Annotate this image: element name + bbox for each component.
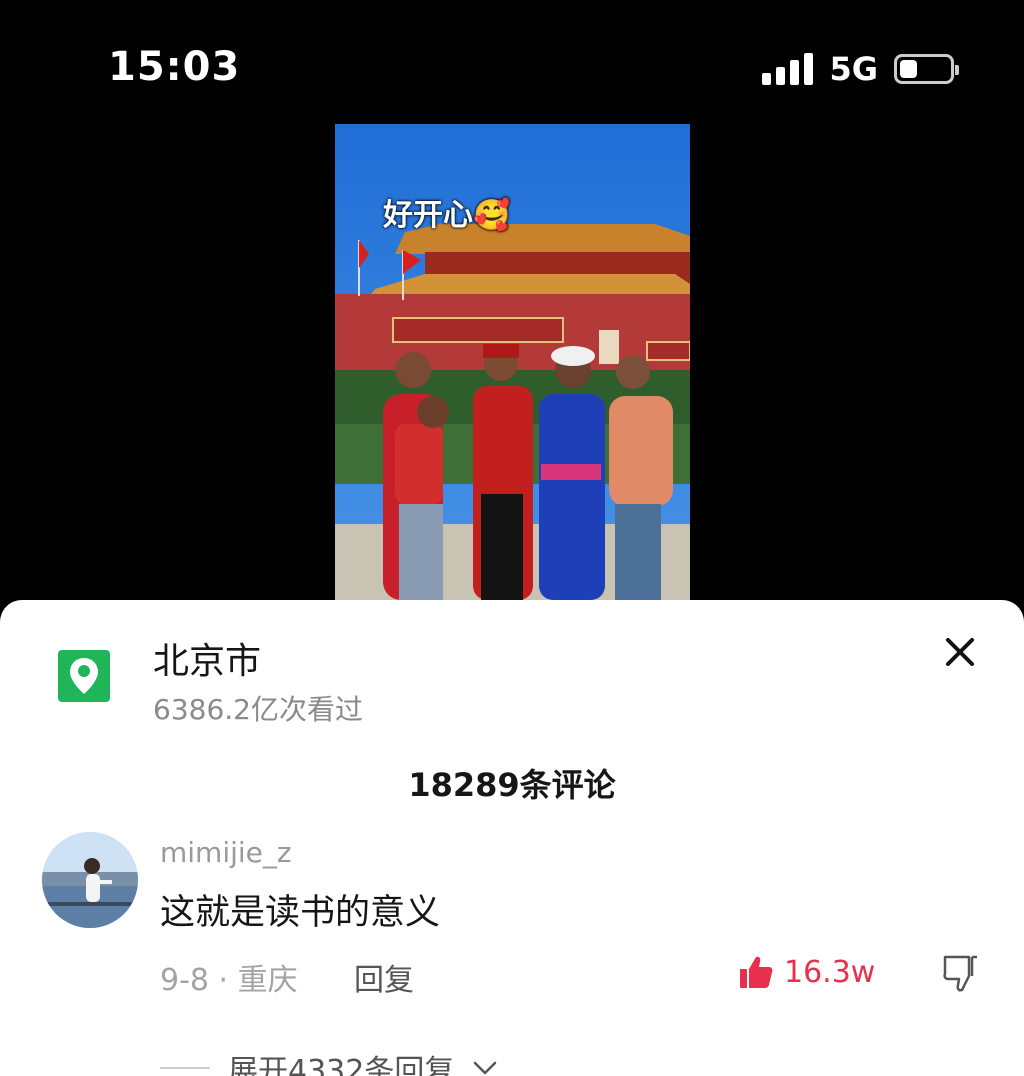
smiling-face-emoji-icon: 🥰 — [473, 198, 511, 233]
expand-replies-label: 展开4332条回复 — [228, 1054, 455, 1076]
close-icon — [946, 638, 974, 666]
video-caption-text: 好开心 — [383, 198, 473, 233]
location-title[interactable]: 北京市 — [153, 632, 261, 684]
chevron-down-icon — [474, 1061, 497, 1075]
dislike-button[interactable] — [942, 954, 980, 994]
thumbs-up-icon — [740, 956, 773, 988]
like-button[interactable]: 16.3w — [738, 954, 875, 990]
location-pin-icon — [58, 650, 110, 702]
battery-fill — [900, 60, 917, 78]
battery-icon — [894, 54, 959, 84]
avatar-image — [42, 832, 138, 928]
screen: 15:03 5G 好开心🥰 北京市 6386.2亿次看过 18289条评论 mi… — [0, 0, 1024, 1076]
video-thumbnail[interactable]: 好开心🥰 — [335, 124, 690, 600]
comment-username[interactable]: mimijie_z — [160, 836, 292, 869]
reply-button[interactable]: 回复 — [354, 955, 414, 999]
close-button[interactable] — [942, 634, 978, 670]
status-time: 15:03 — [108, 44, 241, 90]
comment-count: 18289条评论 — [408, 766, 616, 804]
location-pin-glyph — [70, 658, 98, 694]
expand-divider — [160, 1067, 210, 1069]
thumbs-down-icon — [943, 955, 977, 992]
video-caption: 好开心🥰 — [383, 190, 510, 234]
status-indicators: 5G — [762, 50, 959, 88]
avatar[interactable] — [42, 832, 138, 928]
expand-replies-button[interactable]: 展开4332条回复 — [160, 1046, 498, 1076]
like-count: 16.3w — [784, 954, 876, 990]
comments-sheet: 北京市 6386.2亿次看过 18289条评论 mimijie_z 这就是读书的… — [0, 600, 1024, 1076]
network-label: 5G — [829, 50, 878, 88]
comment-date-location: 9-8 · 重庆 — [160, 963, 298, 998]
location-views: 6386.2亿次看过 — [153, 693, 363, 726]
signal-icon — [762, 53, 814, 85]
comment-text: 这就是读书的意义 — [160, 893, 441, 933]
